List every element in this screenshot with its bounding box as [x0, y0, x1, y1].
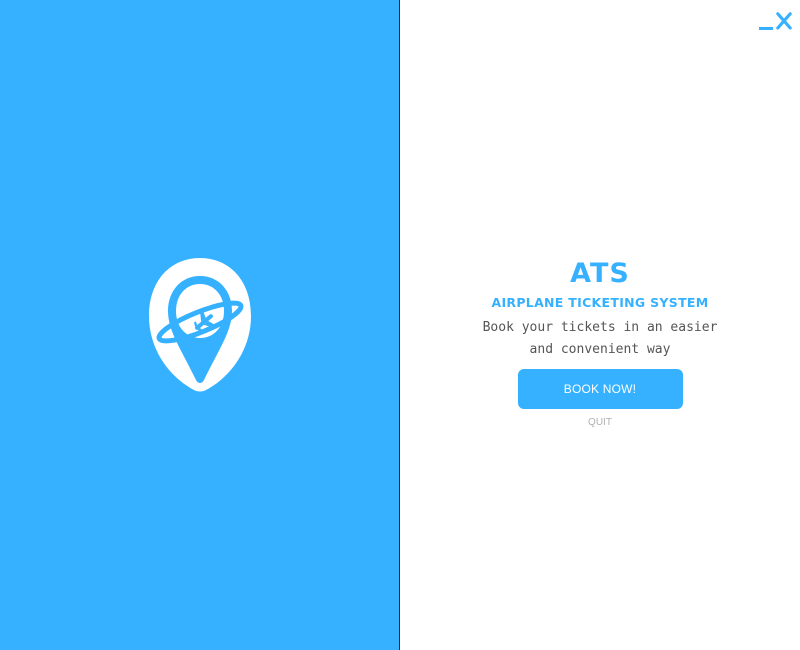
app-window: ATS AIRPLANE TICKETING SYSTEM Book your …: [0, 0, 800, 650]
minimize-button[interactable]: [758, 8, 774, 32]
close-icon: [776, 12, 792, 30]
minimize-icon: [759, 27, 773, 30]
window-controls: [758, 8, 792, 32]
book-now-button[interactable]: BOOK NOW!: [517, 369, 683, 409]
quit-link[interactable]: QUIT: [588, 417, 612, 428]
brand-panel: [0, 0, 400, 650]
welcome-content: ATS AIRPLANE TICKETING SYSTEM Book your …: [400, 258, 800, 428]
location-pin-airplane-logo: [149, 258, 251, 392]
tagline: Book your tickets in an easier and conve…: [482, 320, 718, 357]
app-subtitle: AIRPLANE TICKETING SYSTEM: [491, 295, 709, 310]
app-title: ATS: [570, 258, 630, 289]
close-button[interactable]: [776, 8, 792, 32]
welcome-panel: ATS AIRPLANE TICKETING SYSTEM Book your …: [400, 0, 800, 650]
